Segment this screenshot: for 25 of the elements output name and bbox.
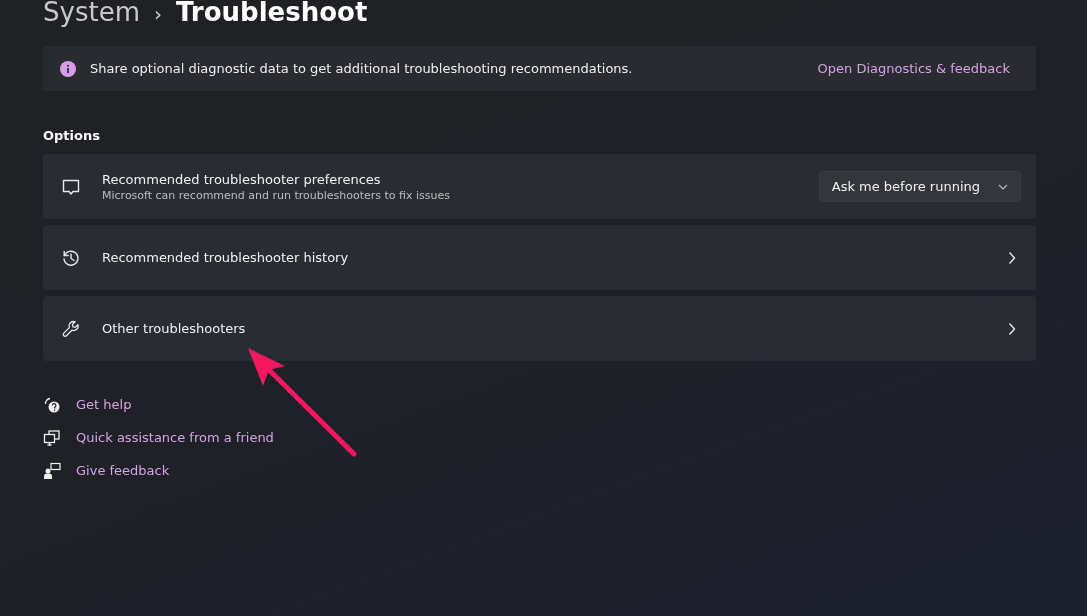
section-label: Options xyxy=(43,128,101,145)
help-link[interactable]: Give feedback xyxy=(76,463,170,478)
monitors-icon xyxy=(43,428,61,447)
wrench-icon xyxy=(61,318,81,339)
help-link[interactable]: Get help xyxy=(76,397,132,412)
help-icon xyxy=(43,395,61,414)
option-card[interactable]: Recommended troubleshooter preferences Microsoft can recommend and run troubleshooters to fix issues Ask me before running xyxy=(43,154,1036,219)
option-title: Recommended troubleshooter history xyxy=(102,250,350,265)
option-card[interactable]: Other troubleshooters xyxy=(43,296,1036,361)
preference-dropdown[interactable]: Ask me before running xyxy=(818,171,1021,202)
page-title: Troubleshoot xyxy=(175,0,368,29)
option-card[interactable]: Recommended troubleshooter history xyxy=(43,225,1036,290)
chevron-right-icon xyxy=(1008,250,1016,265)
chevron-down-icon xyxy=(998,183,1008,190)
breadcrumb-parent[interactable]: System xyxy=(43,0,140,30)
info-icon xyxy=(60,60,76,77)
option-description: Microsoft can recommend and run troubleshooters to fix issues xyxy=(102,188,451,202)
option-title: Other troubleshooters xyxy=(102,321,247,336)
option-title: Recommended troubleshooter preferences xyxy=(102,171,382,187)
help-link[interactable]: Quick assistance from a friend xyxy=(76,430,274,445)
chevron-right-icon xyxy=(1008,321,1016,336)
banner-text: Share optional diagnostic data to get additional troubleshooting recommendations. xyxy=(90,61,634,76)
diagnostics-link[interactable]: Open Diagnostics & feedback xyxy=(817,61,1010,76)
breadcrumb-separator: › xyxy=(153,2,162,26)
person-feedback-icon xyxy=(43,461,61,480)
